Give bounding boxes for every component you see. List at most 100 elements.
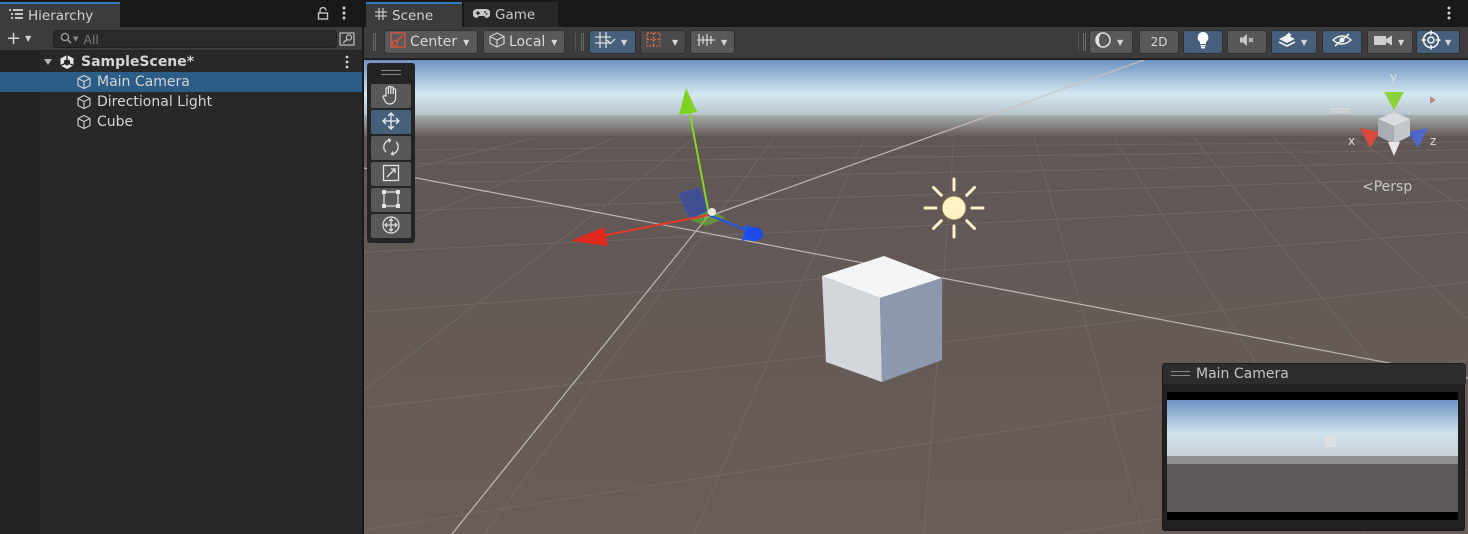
scale-icon <box>382 164 400 185</box>
hidden-eye-icon <box>1331 32 1353 52</box>
caret-down-icon: ▼ <box>551 37 558 47</box>
toolbar-grip-icon[interactable] <box>581 33 584 51</box>
toolbar-grip-icon[interactable] <box>1083 33 1086 51</box>
overlay-grip-icon[interactable] <box>1171 371 1190 376</box>
camera-preview-title: Main Camera <box>1196 366 1289 382</box>
gizmo-z-label: z <box>1430 134 1437 148</box>
hierarchy-tab-bar: Hierarchy <box>0 0 362 27</box>
search-caret-icon: ▼ <box>73 35 79 43</box>
transform-icon <box>381 215 401 238</box>
camera-settings-dropdown[interactable]: ▼ <box>1367 30 1413 54</box>
view-tool-button[interactable] <box>371 84 411 108</box>
tab-scene[interactable]: Scene <box>366 2 462 27</box>
caret-down-icon: ▼ <box>1398 37 1405 47</box>
scene-visibility-toggle[interactable] <box>1322 30 1362 54</box>
gizmos-dropdown[interactable]: ▼ <box>1416 30 1460 54</box>
draw-mode-dropdown[interactable]: ▼ <box>1089 30 1133 54</box>
scene-name: SampleScene* <box>81 54 195 70</box>
tab-hierarchy[interactable]: Hierarchy <box>0 2 120 27</box>
caret-down-icon: ▼ <box>672 37 679 47</box>
foldout-arrow-icon[interactable] <box>40 54 56 70</box>
gizmo-x-label: x <box>1348 134 1356 148</box>
camera-preview-render <box>1167 392 1458 520</box>
tree-item-main-camera[interactable]: Main Camera <box>0 72 362 92</box>
scene-kebab-icon[interactable] <box>339 54 355 70</box>
create-dropdown-button[interactable]: + ▼ <box>6 28 42 49</box>
scene-toolbar: Center ▼ Local ▼ ▼ ▼ ▼ ▼ 2D ▼ ▼ ▼ <box>364 27 1468 59</box>
pivot-space-dropdown[interactable]: Local ▼ <box>483 30 565 54</box>
light-sun-icon <box>923 177 985 239</box>
toolbar-separator <box>1078 33 1079 51</box>
caret-down-icon: ▼ <box>721 37 728 47</box>
kebab-menu-icon[interactable] <box>337 4 351 22</box>
pivot-space-label: Local <box>509 34 546 50</box>
transform-tool-button[interactable] <box>371 214 411 238</box>
overlay-grip-icon[interactable] <box>381 70 401 75</box>
move-arrows-icon <box>381 111 401 134</box>
move-tool-button[interactable] <box>371 110 411 134</box>
gizmo-globe-icon <box>1421 30 1441 54</box>
rect-transform-icon <box>382 189 400 211</box>
rotate-icon <box>381 137 401 160</box>
tab-hierarchy-label: Hierarchy <box>28 7 94 24</box>
search-mode-icon[interactable] <box>338 30 356 48</box>
scene-lighting-toggle[interactable] <box>1183 30 1223 54</box>
gameobject-cube-icon <box>76 114 92 130</box>
scene-audio-toggle[interactable] <box>1227 30 1267 54</box>
local-cube-icon <box>488 31 506 53</box>
caret-down-icon: ▼ <box>621 37 628 47</box>
grid-icon <box>375 7 387 24</box>
projection-toggle[interactable]: <Persp <box>1362 179 1412 195</box>
caret-down-icon: ▼ <box>1117 37 1124 47</box>
caret-down-icon: ▼ <box>25 34 32 43</box>
grid-snapping-toggle[interactable]: ▼ <box>589 30 636 54</box>
toolbar-separator <box>575 33 576 51</box>
pivot-mode-dropdown[interactable]: Center ▼ <box>384 30 478 54</box>
search-field[interactable]: ▼ <box>53 30 337 48</box>
scene-root-row[interactable]: SampleScene* <box>0 52 362 72</box>
hierarchy-toolbar: + ▼ ▼ <box>0 27 362 51</box>
tree-item-cube[interactable]: Cube <box>0 112 362 132</box>
ruler-icon <box>696 32 716 52</box>
scene-kebab-menu-icon[interactable] <box>1442 4 1456 22</box>
gameobject-cube-icon <box>76 74 92 90</box>
ruler-snap-dropdown[interactable]: ▼ <box>690 30 735 54</box>
hierarchy-panel: Hierarchy + ▼ ▼ S <box>0 0 362 534</box>
tab-scene-label: Scene <box>392 7 434 24</box>
increment-snapping-toggle[interactable]: ▼ <box>640 30 686 54</box>
rotate-tool-button[interactable] <box>371 136 411 160</box>
tools-overlay <box>367 63 415 243</box>
search-icon <box>60 32 72 47</box>
tab-game-label: Game <box>495 6 536 23</box>
grid-snap-icon <box>594 31 616 53</box>
gizmo-y-label: y <box>1390 70 1398 84</box>
lock-icon[interactable] <box>314 4 332 22</box>
caret-down-icon: ▼ <box>1301 37 1308 47</box>
caret-down-icon: ▼ <box>463 37 470 47</box>
increment-snap-icon <box>645 31 667 53</box>
rect-tool-button[interactable] <box>371 188 411 212</box>
shading-sphere-icon <box>1094 31 1112 53</box>
scale-tool-button[interactable] <box>371 162 411 186</box>
search-input[interactable] <box>83 31 324 47</box>
scene-effects-dropdown[interactable]: ▼ <box>1271 30 1317 54</box>
plus-icon: + <box>6 28 22 49</box>
tree-item-directional-light[interactable]: Directional Light <box>0 92 362 112</box>
lightbulb-icon <box>1196 31 1210 53</box>
camera-preview-overlay: Main Camera <box>1162 363 1466 531</box>
unity-scene-icon <box>59 54 75 70</box>
gamepad-icon <box>472 7 491 23</box>
cube-mesh <box>822 256 942 382</box>
camera-preview-header[interactable]: Main Camera <box>1163 364 1466 384</box>
2d-mode-label: 2D <box>1150 35 1168 49</box>
layers-effects-icon <box>1278 31 1296 53</box>
video-camera-icon <box>1373 33 1393 51</box>
tree-item-label: Cube <box>97 114 134 130</box>
tree-item-label: Main Camera <box>97 74 190 90</box>
toolbar-grip-icon[interactable] <box>373 33 376 51</box>
2d-mode-toggle[interactable]: 2D <box>1139 30 1179 54</box>
scene-panel: Scene Game Center ▼ Local ▼ ▼ ▼ ▼ ▼ 2D ▼… <box>364 0 1468 534</box>
gameobject-cube-icon <box>76 94 92 110</box>
tab-game[interactable]: Game <box>464 2 558 27</box>
audio-muted-icon <box>1238 32 1256 52</box>
